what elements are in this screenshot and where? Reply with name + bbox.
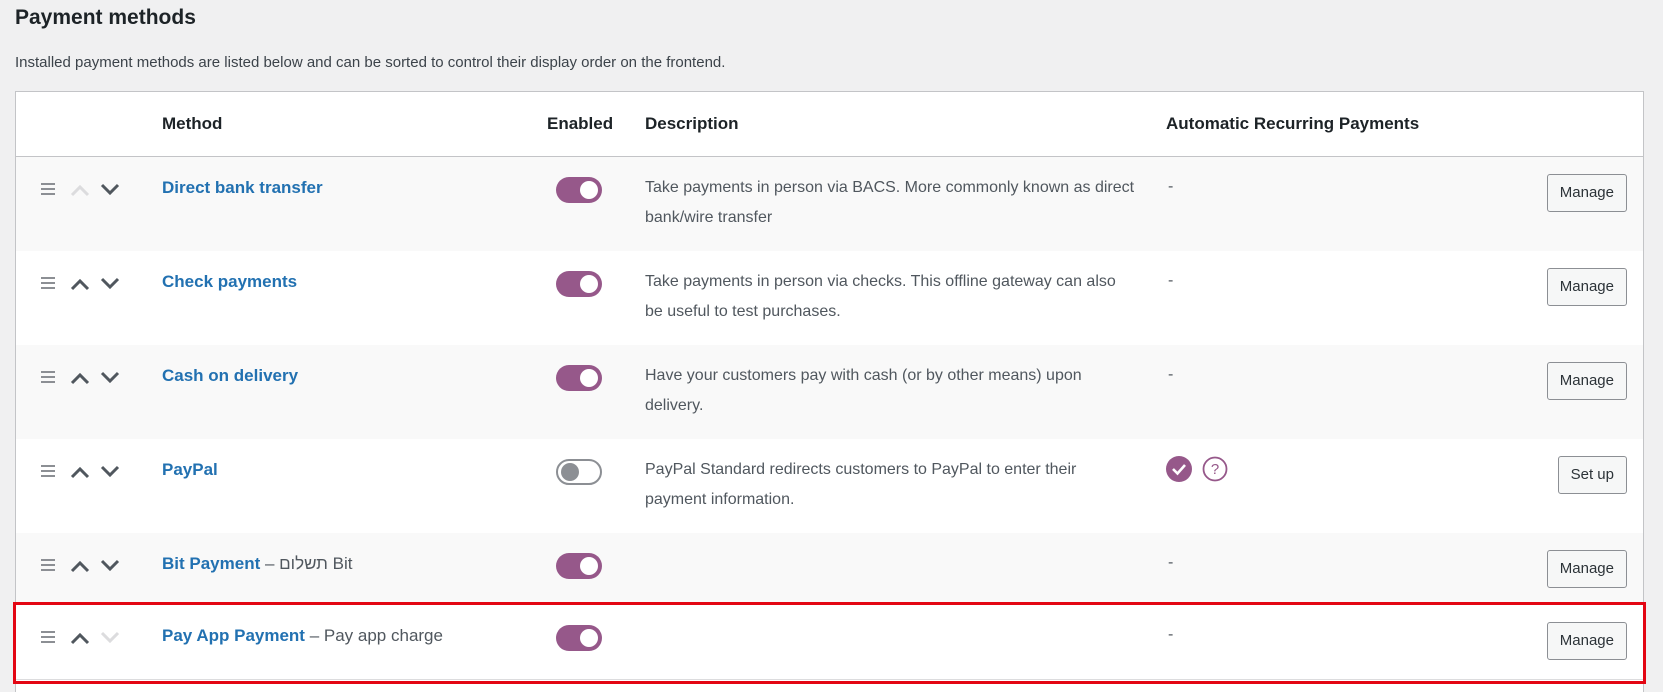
table-row: Cash on delivery Have your customers pay… [16, 345, 1643, 439]
enabled-toggle[interactable] [556, 459, 602, 485]
drag-handle-icon[interactable] [41, 465, 57, 479]
enabled-toggle[interactable] [556, 177, 602, 203]
move-down-icon[interactable] [100, 631, 120, 645]
move-down-icon[interactable] [100, 183, 120, 197]
drag-handle-icon[interactable] [41, 371, 57, 385]
recurring-value: - [1168, 626, 1174, 643]
method-link[interactable]: PayPal [162, 460, 218, 480]
column-header-method: Method [162, 114, 223, 133]
column-header-description: Description [645, 114, 739, 133]
recurring-value: - [1168, 178, 1174, 195]
move-down-icon[interactable] [100, 465, 120, 479]
column-header-recurring: Automatic Recurring Payments [1166, 114, 1420, 133]
manage-button[interactable]: Manage [1546, 362, 1627, 400]
payment-methods-table: Method Enabled Description Automatic Rec… [15, 91, 1644, 692]
enabled-toggle[interactable] [556, 365, 602, 391]
manage-button[interactable]: Manage [1546, 550, 1627, 588]
move-up-icon[interactable] [70, 465, 90, 479]
page-title: Payment methods [15, 6, 196, 29]
method-description: PayPal Standard redirects customers to P… [645, 461, 1077, 508]
method-description: Have your customers pay with cash (or by… [645, 367, 1082, 414]
method-link[interactable]: Cash on delivery [162, 366, 298, 386]
table-row: Check payments Take payments in person v… [16, 251, 1643, 345]
move-up-icon[interactable] [70, 559, 90, 573]
method-link[interactable]: Pay App Payment – Pay app charge [162, 626, 443, 646]
drag-handle-icon[interactable] [41, 631, 57, 645]
move-up-icon[interactable] [70, 631, 90, 645]
table-row: Pay App Payment – Pay app charge - Manag… [16, 605, 1643, 680]
manage-button[interactable]: Manage [1546, 174, 1627, 212]
method-link[interactable]: Check payments [162, 272, 297, 292]
method-link[interactable]: Bit Payment – תשלום Bit [162, 554, 353, 574]
manage-button[interactable]: Manage [1546, 622, 1627, 660]
drag-handle-icon[interactable] [41, 277, 57, 291]
table-row: Bit Payment – תשלום Bit - Manage [16, 533, 1643, 605]
recurring-value: - [1168, 272, 1174, 289]
enabled-toggle[interactable] [556, 271, 602, 297]
table-row: PayPal PayPal Standard redirects custome… [16, 439, 1643, 533]
drag-handle-icon[interactable] [41, 559, 57, 573]
move-up-icon[interactable] [70, 371, 90, 385]
svg-text:?: ? [1211, 461, 1219, 478]
table-row: Direct bank transfer Take payments in pe… [16, 157, 1643, 251]
move-up-icon[interactable] [70, 277, 90, 291]
move-down-icon[interactable] [100, 371, 120, 385]
manage-button[interactable]: Manage [1546, 268, 1627, 306]
recurring-value: - [1168, 554, 1174, 571]
table-header: Method Enabled Description Automatic Rec… [16, 92, 1643, 157]
page-intro: Installed payment methods are listed bel… [15, 54, 726, 71]
column-header-enabled: Enabled [547, 114, 614, 133]
check-circle-icon [1166, 456, 1192, 482]
enabled-toggle[interactable] [556, 625, 602, 651]
move-up-icon[interactable] [70, 183, 90, 197]
setup-button[interactable]: Set up [1557, 456, 1627, 494]
enabled-toggle[interactable] [556, 553, 602, 579]
method-description: Take payments in person via BACS. More c… [645, 179, 1135, 226]
move-down-icon[interactable] [100, 559, 120, 573]
drag-handle-icon[interactable] [41, 183, 57, 197]
help-icon[interactable]: ? [1202, 456, 1228, 482]
recurring-value: - [1168, 366, 1174, 383]
move-down-icon[interactable] [100, 277, 120, 291]
method-link[interactable]: Direct bank transfer [162, 178, 323, 198]
method-description: Take payments in person via checks. This… [645, 273, 1116, 320]
